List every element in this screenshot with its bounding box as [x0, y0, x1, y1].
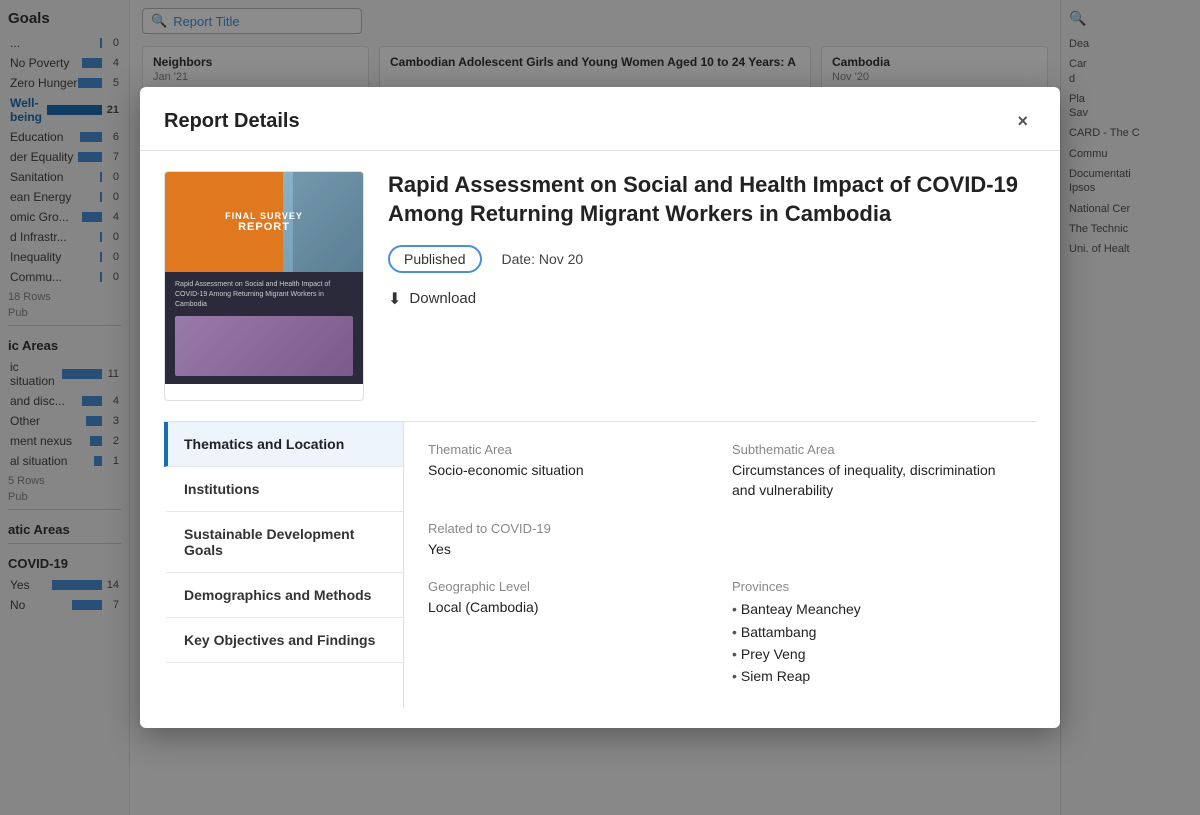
nav-item-thematics[interactable]: Thematics and Location — [164, 422, 403, 467]
modal-title: Report Details — [164, 110, 300, 133]
details-section: Thematics and Location Institutions Sust… — [164, 422, 1036, 707]
provinces-label: Provinces — [732, 579, 1012, 594]
modal-overlay[interactable]: Report Details × FINAL SURVEY REPORT — [0, 0, 1200, 815]
covid-value: Yes — [428, 540, 708, 560]
download-label: Download — [409, 290, 476, 307]
province-item: • Battambang — [732, 621, 1012, 643]
geographic-field: Geographic Level Local (Cambodia) — [428, 579, 708, 688]
covid-field: Related to COVID-19 Yes — [428, 521, 708, 560]
nav-item-institutions[interactable]: Institutions — [164, 467, 403, 512]
report-title: Rapid Assessment on Social and Health Im… — [388, 171, 1036, 228]
nav-item-demographics[interactable]: Demographics and Methods — [164, 573, 403, 618]
subthematic-area-value: Circumstances of inequality, discriminat… — [732, 461, 1012, 500]
download-button[interactable]: ⬇ Download — [388, 289, 476, 309]
province-item: • Prey Veng — [732, 643, 1012, 665]
province-item: • Banteay Meanchey — [732, 598, 1012, 620]
nav-item-objectives[interactable]: Key Objectives and Findings — [164, 618, 403, 663]
detail-nav: Thematics and Location Institutions Sust… — [164, 422, 404, 707]
modal-header: Report Details × — [140, 87, 1060, 151]
report-info: Rapid Assessment on Social and Health Im… — [388, 171, 1036, 401]
geographic-label: Geographic Level — [428, 579, 708, 594]
detail-grid: Thematic Area Socio-economic situation S… — [428, 442, 1012, 687]
report-top-section: FINAL SURVEY REPORT Rapid Assessment on … — [164, 171, 1036, 401]
cover-report-label: REPORT — [238, 221, 290, 233]
geographic-value: Local (Cambodia) — [428, 598, 708, 618]
download-icon: ⬇ — [388, 289, 401, 309]
detail-content: Thematic Area Socio-economic situation S… — [404, 422, 1036, 707]
report-details-modal: Report Details × FINAL SURVEY REPORT — [140, 87, 1060, 727]
nav-item-sdg[interactable]: Sustainable Development Goals — [164, 512, 403, 573]
cover-final-label: FINAL SURVEY — [225, 211, 303, 221]
modal-close-button[interactable]: × — [1009, 107, 1036, 136]
province-item: • Siem Reap — [732, 665, 1012, 687]
report-date: Date: Nov 20 — [502, 251, 584, 267]
subthematic-area-label: Subthematic Area — [732, 442, 1012, 457]
thematic-area-field: Thematic Area Socio-economic situation — [428, 442, 708, 500]
modal-body: FINAL SURVEY REPORT Rapid Assessment on … — [140, 151, 1060, 727]
report-meta: Published Date: Nov 20 — [388, 245, 1036, 273]
thematic-area-value: Socio-economic situation — [428, 461, 708, 481]
provinces-list: • Banteay Meanchey • Battambang • Prey V… — [732, 598, 1012, 688]
covid-label: Related to COVID-19 — [428, 521, 708, 536]
cover-body-text: Rapid Assessment on Social and Health Im… — [175, 280, 353, 309]
status-badge: Published — [388, 245, 482, 273]
provinces-field: Provinces • Banteay Meanchey • Battamban… — [732, 579, 1012, 688]
thematic-area-label: Thematic Area — [428, 442, 708, 457]
subthematic-area-field: Subthematic Area Circumstances of inequa… — [732, 442, 1012, 500]
report-cover: FINAL SURVEY REPORT Rapid Assessment on … — [164, 171, 364, 401]
